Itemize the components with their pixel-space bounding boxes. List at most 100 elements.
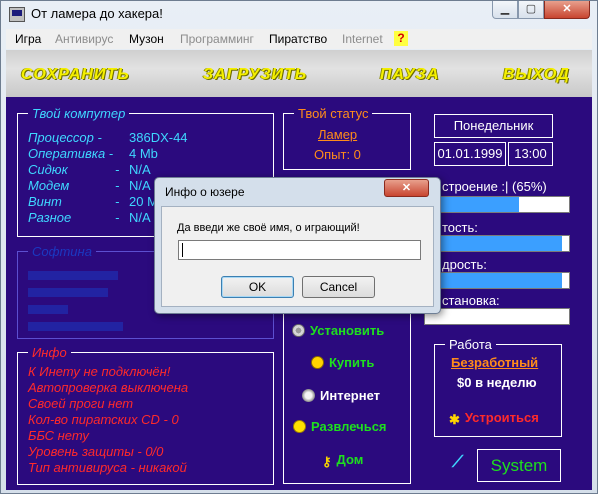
row-label: Разное: [28, 210, 72, 225]
menu-music[interactable]: Музон: [129, 32, 164, 46]
menu-internet[interactable]: Internet: [342, 32, 383, 46]
internet-action[interactable]: Интернет: [302, 388, 380, 403]
install-action[interactable]: Установить: [292, 323, 384, 338]
job-link[interactable]: Безработный: [451, 355, 538, 370]
row-label: Модем: [28, 178, 70, 193]
row-sep: -: [97, 130, 102, 145]
ok-button[interactable]: OK: [221, 276, 294, 298]
vigor-bar: [424, 272, 570, 289]
dialog-body: Да введи же своё имя, о играющий! OK Can…: [161, 206, 434, 307]
status-title: Твой статус: [298, 106, 369, 121]
text-caret: [182, 243, 183, 257]
username-input[interactable]: [178, 240, 421, 260]
row-label: Оперативка: [28, 146, 106, 161]
home-action[interactable]: ⚷ Дом: [322, 452, 364, 469]
home-action-label: Дом: [336, 452, 364, 467]
globe-icon: [302, 389, 315, 402]
info-line: Своей проги нет: [28, 396, 134, 411]
pause-button[interactable]: ПАУЗА: [380, 66, 440, 84]
computer-row: Сидюк - N/A: [28, 162, 151, 177]
row-value: 4 Mb: [129, 146, 158, 161]
entertain-action[interactable]: Развлечься: [293, 419, 387, 434]
mood-label: строение :| (65%): [442, 179, 547, 194]
info-title: Инфо: [32, 345, 67, 360]
weekday-box: Понедельник: [434, 114, 553, 138]
health-label: тость:: [442, 220, 478, 235]
internet-action-label: Интернет: [320, 388, 381, 403]
dialog-prompt: Да введи же своё имя, о играющий!: [177, 222, 360, 234]
info-line: Кол-во пиратских CD - 0: [28, 412, 179, 427]
info-line: К Инету не подключён!: [28, 364, 171, 379]
date-box: 01.01.1999: [434, 142, 506, 166]
row-value: N/A: [129, 178, 151, 193]
experience-label: Опыт: 0: [314, 147, 361, 162]
vigor-bar-fill: [425, 273, 562, 288]
row-label: Сидюк: [28, 162, 68, 177]
buy-action[interactable]: Купить: [311, 355, 374, 370]
row-label: Винт: [28, 194, 62, 209]
window-title: От ламера до хакера!: [31, 6, 163, 21]
vigor-label: дрость:: [442, 257, 487, 272]
cancel-button[interactable]: Cancel: [302, 276, 375, 298]
menu-antivirus[interactable]: Антивирус: [55, 32, 113, 46]
info-line: Автопроверка выключена: [28, 380, 189, 395]
computer-row: Разное - N/A: [28, 210, 151, 225]
health-bar-fill: [425, 236, 562, 251]
salary-label: $0 в неделю: [457, 375, 537, 390]
dialog-title: Инфо о юзере: [165, 185, 245, 199]
apply-job-button[interactable]: ✱ Устроиться: [449, 410, 539, 427]
close-button[interactable]: ✕: [544, 1, 590, 19]
row-sep: -: [115, 162, 120, 177]
menu-bar: Игра Антивирус Музон Программинг Пиратст…: [6, 29, 592, 49]
toolbar: СОХРАНИТЬ ЗАГРУЗИТЬ ПАУЗА ВЫХОД: [6, 50, 592, 98]
health-bar: [424, 235, 570, 252]
computer-row: Оперативка -4 Mb: [28, 146, 158, 161]
computer-row: Процессор - 386DX-44: [28, 130, 188, 145]
info-line: ББС нету: [28, 428, 89, 443]
install-bar: [424, 308, 570, 325]
software-title: Софтина: [32, 244, 92, 259]
pointer-icon: ⟋: [452, 454, 464, 471]
info-line: Тип антивируса - никакой: [28, 460, 187, 475]
row-value: N/A: [129, 162, 151, 177]
row-sep: -: [115, 210, 120, 225]
minimize-button[interactable]: ▁: [492, 1, 518, 19]
mood-bar: [424, 196, 570, 213]
save-button[interactable]: СОХРАНИТЬ: [21, 66, 130, 84]
install-action-label: Установить: [310, 323, 385, 338]
app-icon: [9, 7, 25, 22]
rank-link[interactable]: Ламер: [318, 127, 357, 142]
entertain-action-label: Развлечься: [311, 419, 387, 434]
title-bar[interactable]: От ламера до хакера! ▁ ▢ ✕: [1, 1, 597, 27]
computer-title: Твой компутер: [32, 106, 126, 121]
row-value: N/A: [129, 210, 151, 225]
computer-row: Модем - N/A: [28, 178, 151, 193]
exit-button[interactable]: ВЫХОД: [503, 66, 570, 84]
info-line: Уровень защиты - 0/0: [28, 444, 164, 459]
user-info-dialog: Инфо о юзере ✕ Да введи же своё имя, о и…: [154, 177, 441, 314]
dialog-close-button[interactable]: ✕: [384, 179, 429, 197]
load-button[interactable]: ЗАГРУЗИТЬ: [203, 66, 307, 84]
menu-programming[interactable]: Программинг: [180, 32, 254, 46]
system-button[interactable]: System: [477, 449, 561, 482]
row-sep: -: [115, 178, 120, 193]
maximize-button[interactable]: ▢: [518, 1, 544, 19]
key-icon: ⚷: [322, 454, 332, 469]
coin-icon: [311, 356, 324, 369]
time-box: 13:00: [508, 142, 553, 166]
row-label: Процессор: [28, 130, 94, 145]
buy-action-label: Купить: [329, 355, 375, 370]
row-value: 386DX-44: [129, 130, 188, 145]
install-label: становка:: [442, 293, 500, 308]
menu-game[interactable]: Игра: [15, 32, 41, 46]
help-icon[interactable]: ?: [394, 31, 408, 46]
smiley-icon: [293, 420, 306, 433]
row-sep: -: [108, 146, 114, 161]
worker-icon: ✱: [449, 412, 460, 427]
computer-row: Винт -20 M: [28, 194, 158, 209]
disc-icon: [292, 324, 305, 337]
work-title: Работа: [449, 337, 492, 352]
row-sep: -: [115, 194, 120, 209]
menu-piracy[interactable]: Пиратство: [269, 32, 327, 46]
apply-job-label: Устроиться: [464, 410, 539, 425]
